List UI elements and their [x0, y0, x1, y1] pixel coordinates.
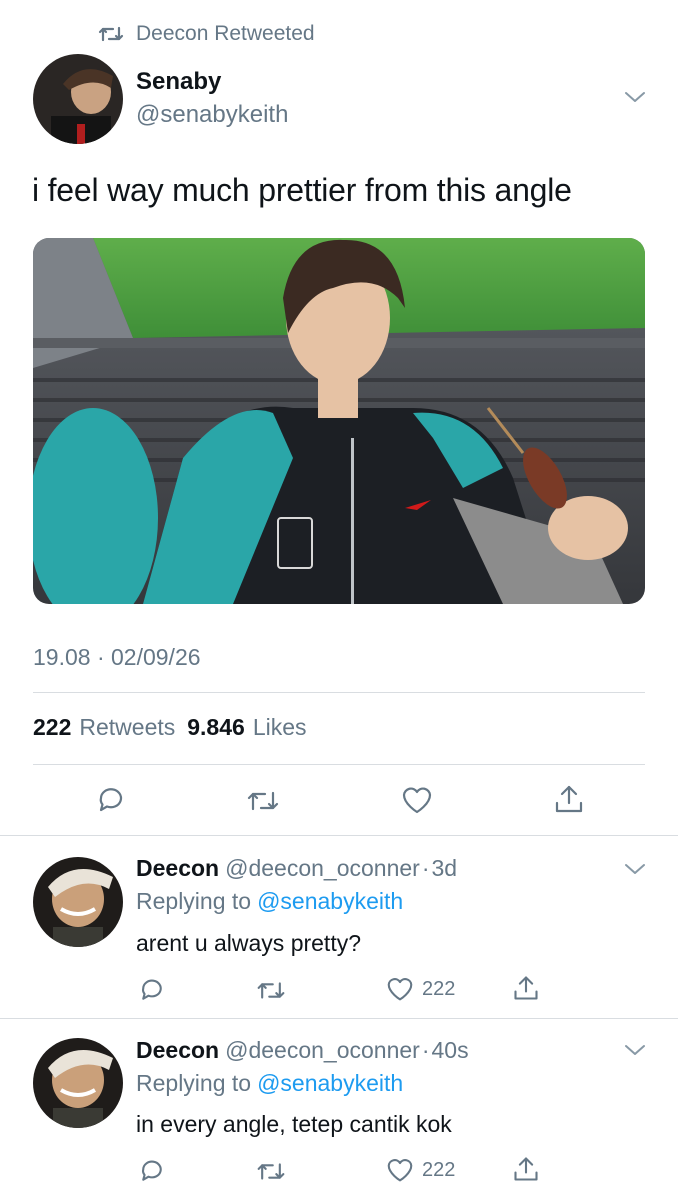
reply-author-name[interactable]: Deecon	[136, 855, 219, 882]
likes-count[interactable]: 9.846	[187, 714, 245, 741]
retweets-count[interactable]: 222	[33, 714, 71, 741]
separator-dot: ·	[421, 855, 430, 881]
tweet-text: i feel way much prettier from this angle	[32, 172, 572, 208]
divider	[0, 1018, 678, 1019]
divider	[33, 692, 645, 693]
replying-to: Replying to @senabykeith	[136, 1070, 403, 1097]
retweet-icon	[98, 24, 124, 44]
reply-time: 40s	[431, 1037, 469, 1063]
heart-icon[interactable]	[386, 1157, 414, 1183]
reply-icon[interactable]	[138, 976, 166, 1004]
share-icon[interactable]	[553, 783, 585, 815]
retweet-banner-text: Deecon Retweeted	[136, 22, 315, 45]
reply-header: Deecon @deecon_oconner · 3d	[136, 855, 457, 882]
heart-icon[interactable]	[401, 785, 433, 815]
reply-author-handle[interactable]: @deecon_oconner	[225, 855, 420, 882]
replying-to-link[interactable]: @senabykeith	[257, 1070, 403, 1097]
like-count: 222	[422, 1158, 456, 1181]
replying-to-link[interactable]: @senabykeith	[257, 888, 403, 915]
like-action[interactable]: 222	[386, 976, 455, 1002]
reply-avatar[interactable]	[33, 857, 123, 947]
reply-icon[interactable]	[138, 1157, 166, 1185]
share-icon[interactable]	[512, 974, 540, 1002]
tweet-stats: 222 Retweets 9.846 Likes	[33, 714, 307, 741]
reply-text: arent u always pretty?	[136, 930, 362, 956]
reply-time: 3d	[431, 855, 458, 881]
retweet-banner: Deecon Retweeted	[98, 20, 315, 48]
tweet-timestamp: 19.08 · 02/09/26	[33, 644, 201, 670]
replying-prefix: Replying to	[136, 888, 252, 914]
like-count: 222	[422, 977, 456, 1000]
replying-prefix: Replying to	[136, 1070, 252, 1096]
divider	[0, 835, 678, 836]
heart-icon[interactable]	[386, 976, 414, 1002]
reply-icon[interactable]	[95, 784, 127, 816]
replying-to: Replying to @senabykeith	[136, 888, 403, 915]
retweet-icon[interactable]	[256, 1160, 286, 1183]
reply-header: Deecon @deecon_oconner · 40s	[136, 1037, 469, 1064]
reply-text: in every angle, tetep cantik kok	[136, 1111, 452, 1137]
separator-dot: ·	[421, 1037, 430, 1063]
chevron-down-icon[interactable]	[624, 1043, 646, 1057]
author-handle[interactable]: @senabykeith	[136, 101, 288, 129]
chevron-down-icon[interactable]	[624, 862, 646, 876]
reply-author-handle[interactable]: @deecon_oconner	[225, 1037, 420, 1064]
share-icon[interactable]	[512, 1155, 540, 1183]
author-name[interactable]: Senaby	[136, 68, 221, 96]
chevron-down-icon[interactable]	[624, 90, 646, 104]
retweets-label[interactable]: Retweets	[79, 714, 175, 741]
retweet-icon[interactable]	[246, 788, 280, 814]
divider	[33, 764, 645, 765]
like-action[interactable]: 222	[386, 1157, 455, 1183]
author-avatar[interactable]	[33, 54, 123, 144]
likes-label[interactable]: Likes	[253, 714, 307, 741]
retweet-icon[interactable]	[256, 979, 286, 1002]
reply-avatar[interactable]	[33, 1038, 123, 1128]
tweet-photo[interactable]	[33, 238, 645, 604]
reply-author-name[interactable]: Deecon	[136, 1037, 219, 1064]
